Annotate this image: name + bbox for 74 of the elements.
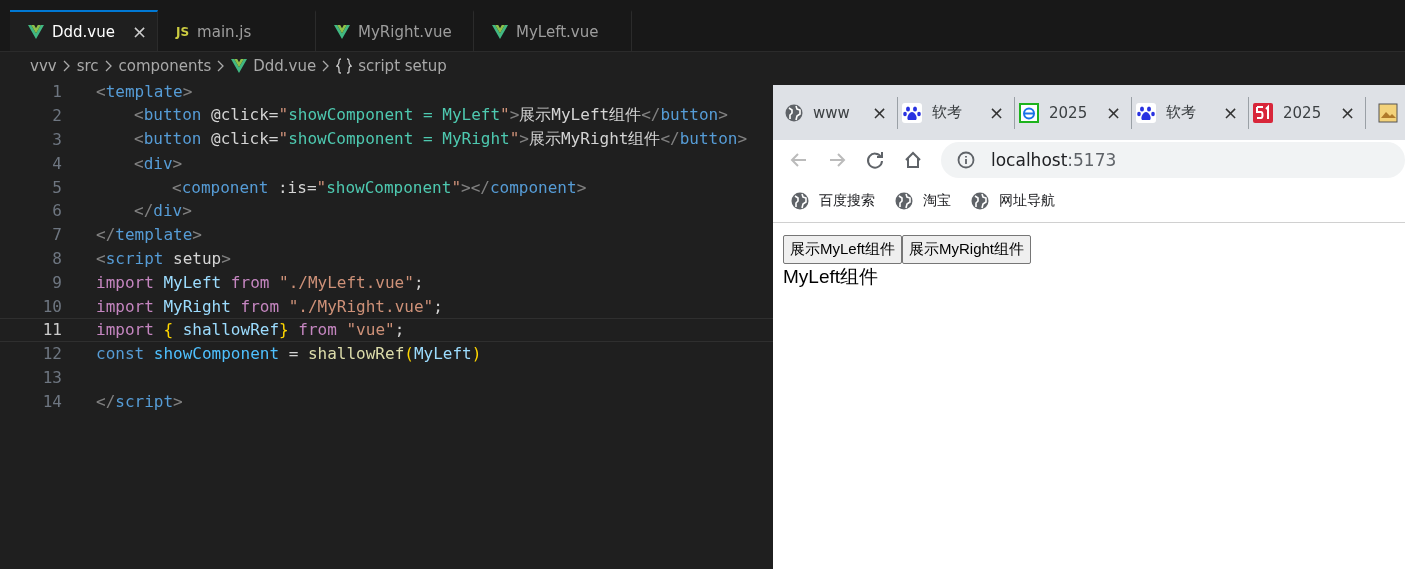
breadcrumb[interactable]: Ddd.vue xyxy=(253,57,317,75)
line-number: 8 xyxy=(51,248,63,268)
address-bar[interactable]: localhost:5173 xyxy=(941,142,1405,178)
breadcrumb[interactable]: script setup xyxy=(358,57,447,75)
close-icon[interactable]: × xyxy=(988,102,1004,123)
info-icon xyxy=(957,151,975,169)
breadcrumb[interactable]: vvv xyxy=(30,57,57,75)
paw-icon xyxy=(1136,102,1156,123)
browser-tab[interactable]: 2025 × xyxy=(1015,96,1132,129)
chevron-right-icon xyxy=(62,60,71,72)
breadcrumb[interactable]: src xyxy=(76,57,99,75)
e-logo-icon xyxy=(1019,102,1039,123)
vue-logo-icon xyxy=(492,24,508,39)
vue-logo-icon xyxy=(231,59,248,73)
line-number: 7 xyxy=(51,225,63,245)
code-line: import MyRight from "./MyRight.vue"; xyxy=(96,296,443,316)
code-line: <button @click="showComponent = MyLeft">展示MyLeft组件</button> xyxy=(134,105,728,127)
code-line: import { shallowRef} from "vue"; xyxy=(96,320,405,340)
bookmark[interactable]: 网址导航 xyxy=(999,192,1055,210)
breadcrumb[interactable]: components xyxy=(118,57,212,75)
bookmark[interactable]: 淘宝 xyxy=(923,192,951,210)
globe-icon xyxy=(895,192,913,210)
close-icon[interactable]: × xyxy=(1222,102,1238,123)
line-number: 6 xyxy=(51,201,63,221)
line-number: 5 xyxy=(51,177,63,197)
close-icon[interactable]: × xyxy=(871,102,887,123)
line-number: 1 xyxy=(51,82,63,102)
braces-icon xyxy=(336,58,353,74)
code-line: <script setup> xyxy=(96,248,231,268)
chevron-right-icon xyxy=(322,60,331,72)
line-number: 12 xyxy=(41,344,63,364)
line-number: 14 xyxy=(41,391,63,411)
browser-tab[interactable]: 软考 × xyxy=(898,96,1015,129)
chevron-right-icon xyxy=(104,60,113,72)
js-file-icon: JS xyxy=(176,24,190,39)
bookmark[interactable]: 百度搜索 xyxy=(819,192,875,210)
line-number: 4 xyxy=(51,153,63,173)
line-number: 13 xyxy=(41,367,63,387)
code-line: import MyLeft from "./MyLeft.vue"; xyxy=(96,272,424,292)
browser-tab[interactable]: 软考 × xyxy=(1132,96,1249,129)
reload-icon[interactable] xyxy=(865,150,885,170)
home-icon[interactable] xyxy=(903,150,923,170)
square-logo-icon xyxy=(1253,102,1273,123)
close-icon[interactable]: × xyxy=(131,21,147,42)
code-line: const showComponent = shallowRef(MyLeft) xyxy=(96,344,482,364)
page-button[interactable]: 展示MyRight组件 xyxy=(902,235,1032,264)
code-line: </template> xyxy=(96,225,202,245)
component-text: MyLeft组件 xyxy=(783,265,880,289)
vue-logo-icon xyxy=(28,24,44,39)
browser-tab[interactable]: www × xyxy=(781,96,898,129)
page-button[interactable]: 展示MyLeft组件 xyxy=(783,235,902,264)
line-number: 3 xyxy=(51,130,63,149)
line-number: 11 xyxy=(41,320,63,340)
line-number: 9 xyxy=(51,272,63,292)
globe-icon xyxy=(791,192,809,210)
paw-icon xyxy=(902,102,922,123)
url-text: localhost:5173 xyxy=(991,150,1117,170)
code-line: </div> xyxy=(134,201,192,221)
code-line: <template> xyxy=(96,82,193,102)
line-number: 2 xyxy=(51,106,63,126)
editor-tab[interactable]: Ddd.vue × xyxy=(10,10,158,51)
close-icon[interactable]: × xyxy=(1105,102,1121,123)
globe-icon xyxy=(971,192,989,210)
vue-logo-icon xyxy=(334,24,350,39)
browser-tab[interactable]: 2025 × xyxy=(1249,96,1366,129)
picture-icon xyxy=(1378,102,1398,123)
code-line: <div> xyxy=(134,153,183,173)
code-line: <component :is="showComponent"></component> xyxy=(172,177,587,197)
code-line: </script> xyxy=(96,391,183,411)
close-icon[interactable]: × xyxy=(1339,102,1355,123)
line-number: 10 xyxy=(41,296,63,316)
globe-icon xyxy=(785,103,803,122)
chevron-right-icon xyxy=(217,60,226,72)
code-line: <button @click="showComponent = MyRight">展示MyRight组件</button> xyxy=(134,129,748,150)
